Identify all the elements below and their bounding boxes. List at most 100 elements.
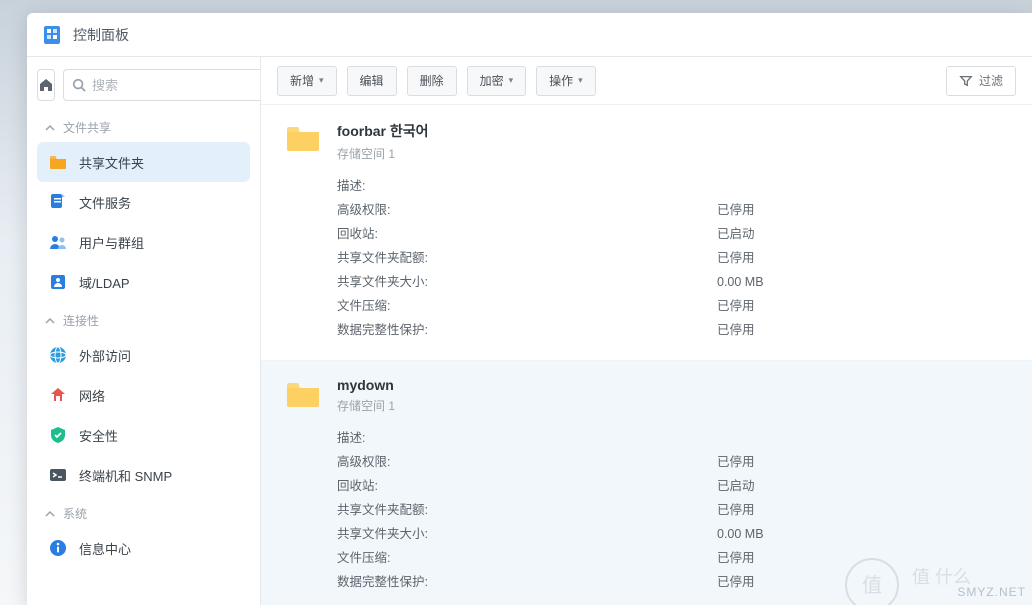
sidebar-item-users-groups[interactable]: 用户与群组 xyxy=(37,222,250,262)
property-key: 高级权限: xyxy=(337,450,717,474)
property-key: 共享文件夹配额: xyxy=(337,498,717,522)
folder-list: foorbar 한국어 存储空间 1 描述:高级权限:已停用回收站:已启动共享文… xyxy=(261,105,1032,605)
terminal-icon xyxy=(47,464,69,486)
info-icon xyxy=(47,537,69,559)
sidebar-item-terminal-snmp[interactable]: 终端机和 SNMP xyxy=(37,455,250,495)
sidebar-group-connectivity[interactable]: 连接性 xyxy=(37,306,250,335)
property-row: 回收站:已启动 xyxy=(337,222,1008,246)
sidebar-item-file-services[interactable]: 文件服务 xyxy=(37,182,250,222)
window-title: 控制面板 xyxy=(73,25,129,45)
property-value: 已停用 xyxy=(717,450,755,474)
property-value: 已停用 xyxy=(717,570,755,594)
property-key: 文件压缩: xyxy=(337,546,717,570)
encrypt-button[interactable]: 加密▾ xyxy=(467,66,527,96)
property-value: 已停用 xyxy=(717,198,755,222)
chevron-up-icon xyxy=(45,316,55,326)
property-row: 数据完整性保护:已停用 xyxy=(337,570,1008,594)
globe-icon xyxy=(47,344,69,366)
property-key: 回收站: xyxy=(337,474,717,498)
edit-button[interactable]: 编辑 xyxy=(347,66,397,96)
property-row: 数据完整性保护:已停用 xyxy=(337,318,1008,342)
sidebar-item-label: 文件服务 xyxy=(79,193,131,212)
sidebar-group-system[interactable]: 系统 xyxy=(37,499,250,528)
sidebar-group-file-sharing[interactable]: 文件共享 xyxy=(37,113,250,142)
delete-button[interactable]: 删除 xyxy=(407,66,457,96)
property-value: 已停用 xyxy=(717,318,755,342)
sidebar-item-label: 网络 xyxy=(79,386,105,405)
property-row: 描述: xyxy=(337,426,1008,450)
property-row: 共享文件夹配额:已停用 xyxy=(337,246,1008,270)
chevron-up-icon xyxy=(45,123,55,133)
caret-down-icon: ▾ xyxy=(319,75,324,86)
search-field[interactable] xyxy=(63,69,261,101)
app-icon xyxy=(41,24,63,46)
property-value: 已停用 xyxy=(717,294,755,318)
property-key: 文件压缩: xyxy=(337,294,717,318)
property-key: 共享文件夹大小: xyxy=(337,522,717,546)
property-row: 文件压缩:已停用 xyxy=(337,546,1008,570)
search-icon xyxy=(72,78,86,92)
property-row: 共享文件夹大小:0.00 MB xyxy=(337,522,1008,546)
folder-icon xyxy=(285,379,321,409)
ldap-icon xyxy=(47,271,69,293)
property-value: 已启动 xyxy=(717,474,755,498)
property-key: 回收站: xyxy=(337,222,717,246)
property-row: 共享文件夹配额:已停用 xyxy=(337,498,1008,522)
filter-button[interactable]: 过滤 xyxy=(946,66,1016,96)
caret-down-icon: ▾ xyxy=(509,75,514,86)
sidebar-item-info-center[interactable]: 信息中心 xyxy=(37,528,250,568)
folder-card[interactable]: foorbar 한국어 存储空间 1 描述:高级权限:已停用回收站:已启动共享文… xyxy=(261,105,1032,361)
property-key: 共享文件夹配额: xyxy=(337,246,717,270)
property-row: 描述: xyxy=(337,174,1008,198)
sidebar-item-label: 域/LDAP xyxy=(79,273,130,292)
sidebar-item-label: 共享文件夹 xyxy=(79,153,144,172)
search-input[interactable] xyxy=(92,78,261,93)
toolbar: 新增▾ 编辑 删除 加密▾ 操作▾ 过滤 xyxy=(261,57,1032,105)
sidebar-item-domain-ldap[interactable]: 域/LDAP xyxy=(37,262,250,302)
folder-volume: 存储空间 1 xyxy=(337,145,1008,162)
shield-icon xyxy=(47,424,69,446)
users-icon xyxy=(47,231,69,253)
sidebar: 文件共享 共享文件夹 文件服务 用户与群组 域/LDAP 连接性 xyxy=(27,57,261,605)
property-key: 数据完整性保护: xyxy=(337,570,717,594)
sidebar-item-shared-folder[interactable]: 共享文件夹 xyxy=(37,142,250,182)
sidebar-item-network[interactable]: 网络 xyxy=(37,375,250,415)
property-key: 高级权限: xyxy=(337,198,717,222)
sidebar-item-label: 终端机和 SNMP xyxy=(79,466,172,485)
filter-icon xyxy=(959,74,973,88)
sidebar-item-security[interactable]: 安全性 xyxy=(37,415,250,455)
chevron-up-icon xyxy=(45,509,55,519)
titlebar: 控制面板 xyxy=(27,13,1032,57)
property-value: 已启动 xyxy=(717,222,755,246)
folder-name: foorbar 한국어 xyxy=(337,121,1008,141)
property-value: 0.00 MB xyxy=(717,270,764,294)
sidebar-item-label: 外部访问 xyxy=(79,346,131,365)
sidebar-item-label: 用户与群组 xyxy=(79,233,144,252)
folder-icon xyxy=(47,151,69,173)
folder-card[interactable]: mydown 存储空间 1 描述:高级权限:已停用回收站:已启动共享文件夹配额:… xyxy=(261,361,1032,605)
control-panel-window: 控制面板 文件共享 共享文件夹 xyxy=(27,13,1032,605)
property-row: 共享文件夹大小:0.00 MB xyxy=(337,270,1008,294)
add-button[interactable]: 新增▾ xyxy=(277,66,337,96)
property-row: 文件压缩:已停用 xyxy=(337,294,1008,318)
property-row: 高级权限:已停用 xyxy=(337,450,1008,474)
caret-down-icon: ▾ xyxy=(578,75,583,86)
network-icon xyxy=(47,384,69,406)
property-row: 高级权限:已停用 xyxy=(337,198,1008,222)
main-content: 新增▾ 编辑 删除 加密▾ 操作▾ 过滤 foorbar 한국어 存储空间 1 … xyxy=(261,57,1032,605)
home-icon xyxy=(38,77,54,93)
property-value: 已停用 xyxy=(717,498,755,522)
property-key: 描述: xyxy=(337,426,717,450)
property-row: 回收站:已启动 xyxy=(337,474,1008,498)
sidebar-item-external-access[interactable]: 外部访问 xyxy=(37,335,250,375)
action-button[interactable]: 操作▾ xyxy=(536,66,596,96)
property-key: 数据完整性保护: xyxy=(337,318,717,342)
property-key: 共享文件夹大小: xyxy=(337,270,717,294)
sidebar-item-label: 安全性 xyxy=(79,426,118,445)
folder-volume: 存储空间 1 xyxy=(337,397,1008,414)
file-services-icon xyxy=(47,191,69,213)
sidebar-item-label: 信息中心 xyxy=(79,539,131,558)
folder-icon xyxy=(285,123,321,153)
folder-name: mydown xyxy=(337,377,1008,393)
home-button[interactable] xyxy=(37,69,55,101)
